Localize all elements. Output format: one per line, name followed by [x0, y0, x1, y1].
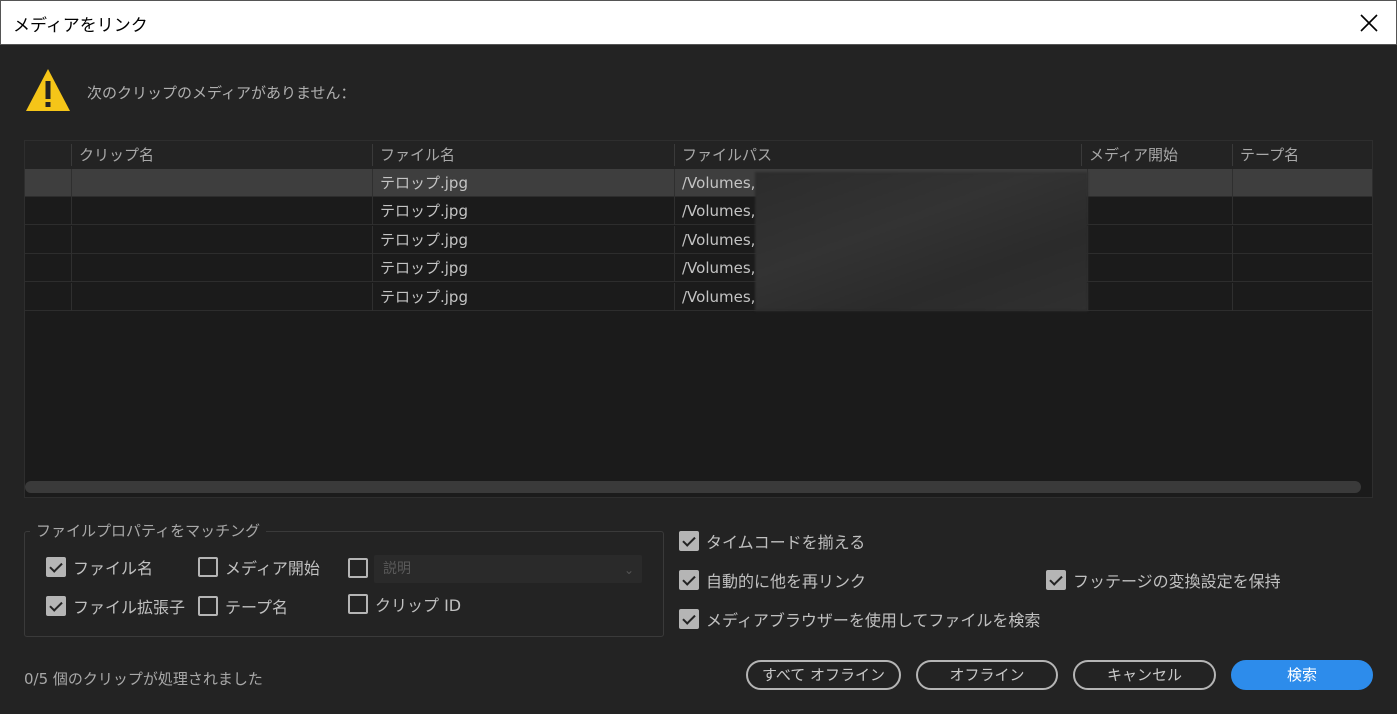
- status-text: 0/5 個のクリップが処理されました: [24, 670, 263, 688]
- checkbox-label: メディアブラウザーを使用してファイルを検索: [706, 611, 1041, 630]
- table-row[interactable]: テロップ.jpg /Volumes,: [25, 226, 1372, 254]
- checkbox-label: タイムコードを揃える: [706, 533, 866, 552]
- checkbox-checked-icon: [46, 557, 66, 577]
- align-timecode-checkbox[interactable]: タイムコードを揃える: [679, 529, 865, 553]
- cell-tape-name: [1232, 197, 1374, 225]
- offline-button[interactable]: オフライン: [916, 660, 1058, 690]
- cell-media-start: [1087, 254, 1232, 282]
- column-clip-name[interactable]: クリップ名: [71, 144, 373, 166]
- table-row[interactable]: テロップ.jpg /Volumes,: [25, 283, 1372, 311]
- description-select[interactable]: 説明 ⌄: [374, 555, 642, 583]
- checkbox-label: ファイル拡張子: [73, 598, 186, 617]
- checkbox-checked-icon: [679, 570, 699, 590]
- preserve-interpret-checkbox[interactable]: フッテージの変換設定を保持: [1046, 568, 1281, 592]
- description-select-value: 説明: [383, 561, 411, 577]
- match-properties-group: [24, 531, 664, 637]
- column-tape-name[interactable]: テープ名: [1232, 144, 1374, 166]
- window-title: メディアをリンク: [13, 16, 148, 36]
- auto-relink-checkbox[interactable]: 自動的に他を再リンク: [679, 568, 866, 592]
- checkbox-checked-icon: [679, 609, 699, 629]
- match-clip-id-checkbox[interactable]: クリップ ID: [348, 592, 461, 616]
- checkbox-label: フッテージの変換設定を保持: [1073, 572, 1281, 591]
- column-media-start[interactable]: メディア開始: [1081, 144, 1231, 166]
- missing-clips-table: クリップ名 ファイル名 ファイルパス メディア開始 テープ名 テロップ.jpg …: [24, 140, 1373, 498]
- cancel-button[interactable]: キャンセル: [1073, 660, 1216, 690]
- checkbox-unchecked-icon: [198, 596, 218, 616]
- match-media-start-checkbox[interactable]: メディア開始: [198, 555, 320, 579]
- table-header: クリップ名 ファイル名 ファイルパス メディア開始 テープ名: [25, 141, 1372, 169]
- match-extension-checkbox[interactable]: ファイル拡張子: [46, 594, 185, 618]
- checkbox-checked-icon: [46, 596, 66, 616]
- cell-clip-name: [71, 197, 372, 225]
- missing-media-message: 次のクリップのメディアがありません：: [87, 84, 356, 102]
- cell-file-name: テロップ.jpg: [372, 254, 674, 282]
- match-properties-title: ファイルプロパティをマッチング: [30, 520, 267, 541]
- cell-tape-name: [1232, 169, 1374, 197]
- checkbox-label: メディア開始: [225, 559, 320, 578]
- checkbox-label: ファイル名: [73, 559, 154, 578]
- column-file-name[interactable]: ファイル名: [372, 144, 674, 166]
- use-media-browser-checkbox[interactable]: メディアブラウザーを使用してファイルを検索: [679, 607, 1040, 631]
- close-icon[interactable]: [1356, 10, 1382, 36]
- column-file-path[interactable]: ファイルパス: [674, 144, 1087, 166]
- search-button[interactable]: 検索: [1231, 660, 1373, 690]
- cell-clip-name: [71, 226, 372, 254]
- cell-clip-name: [71, 254, 372, 282]
- cell-media-start: [1087, 197, 1232, 225]
- cell-media-start: [1087, 169, 1232, 197]
- cell-file-name: テロップ.jpg: [372, 169, 674, 197]
- match-filename-checkbox[interactable]: ファイル名: [46, 555, 153, 579]
- warning-icon: [26, 69, 70, 111]
- cell-tape-name: [1232, 226, 1374, 254]
- checkbox-label: テープ名: [225, 598, 289, 617]
- checkbox-unchecked-icon: [348, 594, 368, 614]
- cell-tape-name: [1232, 283, 1374, 311]
- cell-media-start: [1087, 226, 1232, 254]
- checkbox-label: クリップ ID: [375, 596, 462, 615]
- title-bar: メディアをリンク: [0, 0, 1397, 45]
- table-row[interactable]: テロップ.jpg /Volumes,: [25, 169, 1372, 197]
- redacted-path-mask: [755, 172, 1088, 311]
- table-row[interactable]: テロップ.jpg /Volumes,: [25, 197, 1372, 225]
- checkbox-unchecked-icon: [348, 558, 368, 578]
- cell-file-name: テロップ.jpg: [372, 226, 674, 254]
- table-row[interactable]: テロップ.jpg /Volumes,: [25, 254, 1372, 282]
- cell-clip-name: [71, 283, 372, 311]
- cell-clip-name: [71, 169, 372, 197]
- checkbox-unchecked-icon: [198, 557, 218, 577]
- cell-tape-name: [1232, 254, 1374, 282]
- checkbox-checked-icon: [1046, 570, 1066, 590]
- cell-file-name: テロップ.jpg: [372, 197, 674, 225]
- offline-all-button[interactable]: すべて オフライン: [746, 660, 901, 690]
- chevron-down-icon: ⌄: [623, 563, 634, 577]
- cell-media-start: [1087, 283, 1232, 311]
- match-tape-name-checkbox[interactable]: テープ名: [198, 594, 288, 618]
- match-description-checkbox[interactable]: [348, 558, 368, 578]
- cell-file-name: テロップ.jpg: [372, 283, 674, 311]
- checkbox-checked-icon: [679, 531, 699, 551]
- checkbox-label: 自動的に他を再リンク: [706, 572, 867, 591]
- horizontal-scrollbar[interactable]: [25, 481, 1361, 493]
